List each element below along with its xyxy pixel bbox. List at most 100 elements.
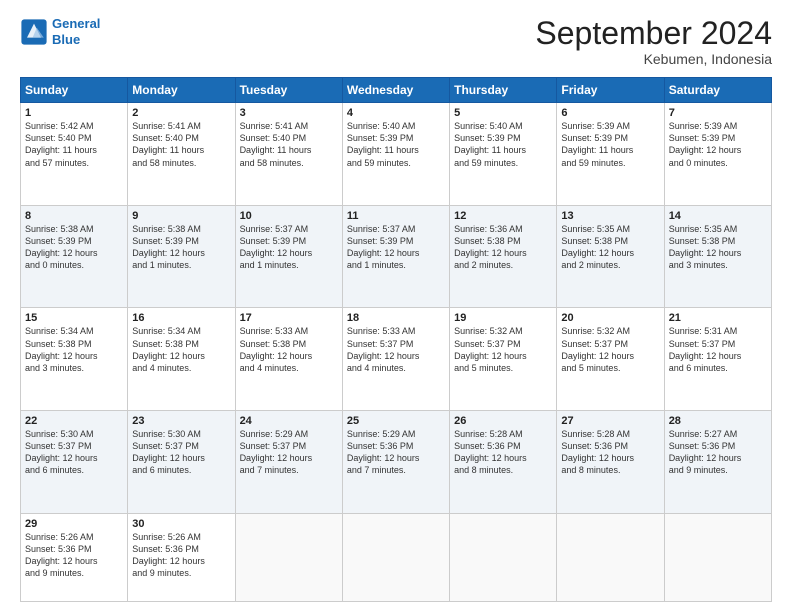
day-number: 11 [347,210,445,222]
day-info: Sunrise: 5:34 AM Sunset: 5:38 PM Dayligh… [132,325,230,374]
day-number: 23 [132,415,230,427]
day-info: Sunrise: 5:40 AM Sunset: 5:39 PM Dayligh… [454,120,552,169]
day-number: 7 [669,107,767,119]
calendar-cell: 23Sunrise: 5:30 AM Sunset: 5:37 PM Dayli… [128,411,235,514]
day-info: Sunrise: 5:41 AM Sunset: 5:40 PM Dayligh… [132,120,230,169]
calendar-cell: 1Sunrise: 5:42 AM Sunset: 5:40 PM Daylig… [21,103,128,206]
day-number: 28 [669,415,767,427]
weekday-header-monday: Monday [128,78,235,103]
day-info: Sunrise: 5:36 AM Sunset: 5:38 PM Dayligh… [454,223,552,272]
day-number: 29 [25,518,123,530]
weekday-header-row: SundayMondayTuesdayWednesdayThursdayFrid… [21,78,772,103]
logo-line1: General [52,16,100,31]
day-number: 30 [132,518,230,530]
day-number: 12 [454,210,552,222]
weekday-header-tuesday: Tuesday [235,78,342,103]
day-info: Sunrise: 5:37 AM Sunset: 5:39 PM Dayligh… [240,223,338,272]
calendar-cell: 15Sunrise: 5:34 AM Sunset: 5:38 PM Dayli… [21,308,128,411]
day-number: 8 [25,210,123,222]
day-info: Sunrise: 5:37 AM Sunset: 5:39 PM Dayligh… [347,223,445,272]
calendar-cell: 26Sunrise: 5:28 AM Sunset: 5:36 PM Dayli… [450,411,557,514]
day-number: 16 [132,312,230,324]
logo-text: General Blue [52,16,100,47]
calendar-cell [664,513,771,601]
calendar-cell: 10Sunrise: 5:37 AM Sunset: 5:39 PM Dayli… [235,205,342,308]
day-info: Sunrise: 5:41 AM Sunset: 5:40 PM Dayligh… [240,120,338,169]
calendar-cell: 29Sunrise: 5:26 AM Sunset: 5:36 PM Dayli… [21,513,128,601]
day-info: Sunrise: 5:32 AM Sunset: 5:37 PM Dayligh… [454,325,552,374]
day-number: 15 [25,312,123,324]
calendar-cell [342,513,449,601]
calendar-cell: 27Sunrise: 5:28 AM Sunset: 5:36 PM Dayli… [557,411,664,514]
calendar-cell: 20Sunrise: 5:32 AM Sunset: 5:37 PM Dayli… [557,308,664,411]
day-number: 5 [454,107,552,119]
day-number: 22 [25,415,123,427]
month-title: September 2024 [535,16,772,51]
calendar-cell: 13Sunrise: 5:35 AM Sunset: 5:38 PM Dayli… [557,205,664,308]
calendar-cell: 18Sunrise: 5:33 AM Sunset: 5:37 PM Dayli… [342,308,449,411]
day-info: Sunrise: 5:27 AM Sunset: 5:36 PM Dayligh… [669,428,767,477]
calendar-week-2: 8Sunrise: 5:38 AM Sunset: 5:39 PM Daylig… [21,205,772,308]
day-info: Sunrise: 5:38 AM Sunset: 5:39 PM Dayligh… [132,223,230,272]
logo-line2: Blue [52,32,80,47]
day-info: Sunrise: 5:39 AM Sunset: 5:39 PM Dayligh… [669,120,767,169]
weekday-header-wednesday: Wednesday [342,78,449,103]
calendar-cell: 28Sunrise: 5:27 AM Sunset: 5:36 PM Dayli… [664,411,771,514]
day-info: Sunrise: 5:29 AM Sunset: 5:37 PM Dayligh… [240,428,338,477]
day-number: 21 [669,312,767,324]
calendar-cell: 3Sunrise: 5:41 AM Sunset: 5:40 PM Daylig… [235,103,342,206]
day-number: 24 [240,415,338,427]
header: General Blue September 2024 Kebumen, Ind… [20,16,772,67]
calendar-table: SundayMondayTuesdayWednesdayThursdayFrid… [20,77,772,602]
calendar-cell: 6Sunrise: 5:39 AM Sunset: 5:39 PM Daylig… [557,103,664,206]
logo: General Blue [20,16,100,47]
day-info: Sunrise: 5:42 AM Sunset: 5:40 PM Dayligh… [25,120,123,169]
day-number: 26 [454,415,552,427]
calendar-cell: 30Sunrise: 5:26 AM Sunset: 5:36 PM Dayli… [128,513,235,601]
page: General Blue September 2024 Kebumen, Ind… [0,0,792,612]
day-number: 9 [132,210,230,222]
day-info: Sunrise: 5:33 AM Sunset: 5:38 PM Dayligh… [240,325,338,374]
day-number: 4 [347,107,445,119]
day-number: 1 [25,107,123,119]
day-info: Sunrise: 5:33 AM Sunset: 5:37 PM Dayligh… [347,325,445,374]
calendar-week-3: 15Sunrise: 5:34 AM Sunset: 5:38 PM Dayli… [21,308,772,411]
calendar-cell [235,513,342,601]
day-info: Sunrise: 5:28 AM Sunset: 5:36 PM Dayligh… [561,428,659,477]
calendar-cell: 11Sunrise: 5:37 AM Sunset: 5:39 PM Dayli… [342,205,449,308]
calendar-cell [450,513,557,601]
day-info: Sunrise: 5:26 AM Sunset: 5:36 PM Dayligh… [25,531,123,580]
day-number: 10 [240,210,338,222]
day-number: 20 [561,312,659,324]
day-info: Sunrise: 5:38 AM Sunset: 5:39 PM Dayligh… [25,223,123,272]
calendar-cell: 5Sunrise: 5:40 AM Sunset: 5:39 PM Daylig… [450,103,557,206]
weekday-header-sunday: Sunday [21,78,128,103]
day-info: Sunrise: 5:34 AM Sunset: 5:38 PM Dayligh… [25,325,123,374]
calendar-cell: 17Sunrise: 5:33 AM Sunset: 5:38 PM Dayli… [235,308,342,411]
logo-icon [20,18,48,46]
day-info: Sunrise: 5:40 AM Sunset: 5:39 PM Dayligh… [347,120,445,169]
day-number: 3 [240,107,338,119]
weekday-header-saturday: Saturday [664,78,771,103]
calendar-cell: 12Sunrise: 5:36 AM Sunset: 5:38 PM Dayli… [450,205,557,308]
day-info: Sunrise: 5:39 AM Sunset: 5:39 PM Dayligh… [561,120,659,169]
calendar-cell: 14Sunrise: 5:35 AM Sunset: 5:38 PM Dayli… [664,205,771,308]
day-info: Sunrise: 5:32 AM Sunset: 5:37 PM Dayligh… [561,325,659,374]
day-info: Sunrise: 5:26 AM Sunset: 5:36 PM Dayligh… [132,531,230,580]
calendar-cell [557,513,664,601]
calendar-cell: 16Sunrise: 5:34 AM Sunset: 5:38 PM Dayli… [128,308,235,411]
day-number: 13 [561,210,659,222]
calendar-week-5: 29Sunrise: 5:26 AM Sunset: 5:36 PM Dayli… [21,513,772,601]
day-number: 19 [454,312,552,324]
weekday-header-thursday: Thursday [450,78,557,103]
day-info: Sunrise: 5:29 AM Sunset: 5:36 PM Dayligh… [347,428,445,477]
day-info: Sunrise: 5:35 AM Sunset: 5:38 PM Dayligh… [669,223,767,272]
day-number: 6 [561,107,659,119]
calendar-week-4: 22Sunrise: 5:30 AM Sunset: 5:37 PM Dayli… [21,411,772,514]
day-info: Sunrise: 5:30 AM Sunset: 5:37 PM Dayligh… [132,428,230,477]
calendar-cell: 8Sunrise: 5:38 AM Sunset: 5:39 PM Daylig… [21,205,128,308]
day-info: Sunrise: 5:30 AM Sunset: 5:37 PM Dayligh… [25,428,123,477]
day-info: Sunrise: 5:28 AM Sunset: 5:36 PM Dayligh… [454,428,552,477]
calendar-cell: 22Sunrise: 5:30 AM Sunset: 5:37 PM Dayli… [21,411,128,514]
day-info: Sunrise: 5:31 AM Sunset: 5:37 PM Dayligh… [669,325,767,374]
